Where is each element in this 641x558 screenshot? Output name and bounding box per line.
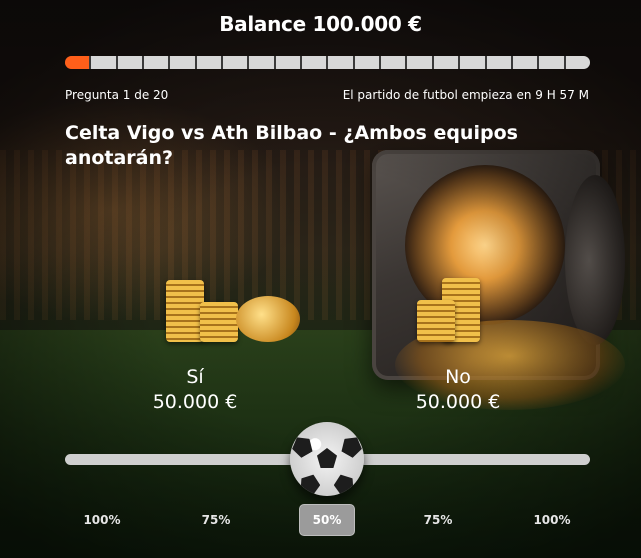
percent-button-yes-75[interactable]: 75% — [188, 504, 244, 536]
option-yes-label: Sí — [186, 366, 204, 388]
balance-title: Balance 100.000 € — [219, 12, 422, 36]
progress-segment — [275, 56, 301, 69]
progress-segment — [196, 56, 222, 69]
progress-segment — [302, 56, 327, 69]
vault-dial-illustration — [565, 175, 625, 345]
coin-stack-icon — [417, 300, 455, 342]
question-text: Celta Vigo vs Ath Bilbao - ¿Ambos equipo… — [65, 122, 518, 169]
coin-stack-icon — [166, 280, 204, 342]
option-no-amount: 50.000 € — [415, 391, 501, 413]
progress-segment — [460, 56, 485, 69]
progress-segment — [91, 56, 116, 69]
coin-stack-icon — [200, 302, 238, 342]
progress-segment — [65, 56, 90, 69]
option-yes[interactable]: Sí 50.000 € — [130, 365, 260, 415]
percent-button-no-100[interactable]: 100% — [524, 504, 580, 536]
coin-icon — [236, 296, 300, 342]
percent-button-50[interactable]: 50% — [299, 504, 355, 536]
progress-segment — [328, 56, 353, 69]
progress-segment — [249, 56, 274, 69]
progress-segment — [407, 56, 432, 69]
question-progress-bar — [65, 56, 590, 69]
progress-segment — [170, 56, 195, 69]
progress-segment — [433, 56, 459, 69]
option-no[interactable]: No 50.000 € — [393, 365, 523, 415]
progress-segment — [486, 56, 511, 69]
match-countdown: El partido de futbol empieza en 9 H 57 M — [342, 88, 589, 102]
progress-segment — [512, 56, 538, 69]
percent-button-no-75[interactable]: 75% — [410, 504, 466, 536]
progress-segment — [354, 56, 380, 69]
question-counter: Pregunta 1 de 20 — [65, 88, 169, 102]
percent-button-yes-100[interactable]: 100% — [74, 504, 130, 536]
soccer-ball-icon[interactable] — [290, 422, 364, 496]
option-yes-amount: 50.000 € — [152, 391, 238, 413]
progress-segment — [539, 56, 564, 69]
progress-segment — [223, 56, 248, 69]
progress-segment — [144, 56, 169, 69]
option-no-label: No — [445, 366, 471, 388]
progress-segment — [565, 56, 590, 69]
progress-segment — [381, 56, 406, 69]
progress-segment — [117, 56, 143, 69]
